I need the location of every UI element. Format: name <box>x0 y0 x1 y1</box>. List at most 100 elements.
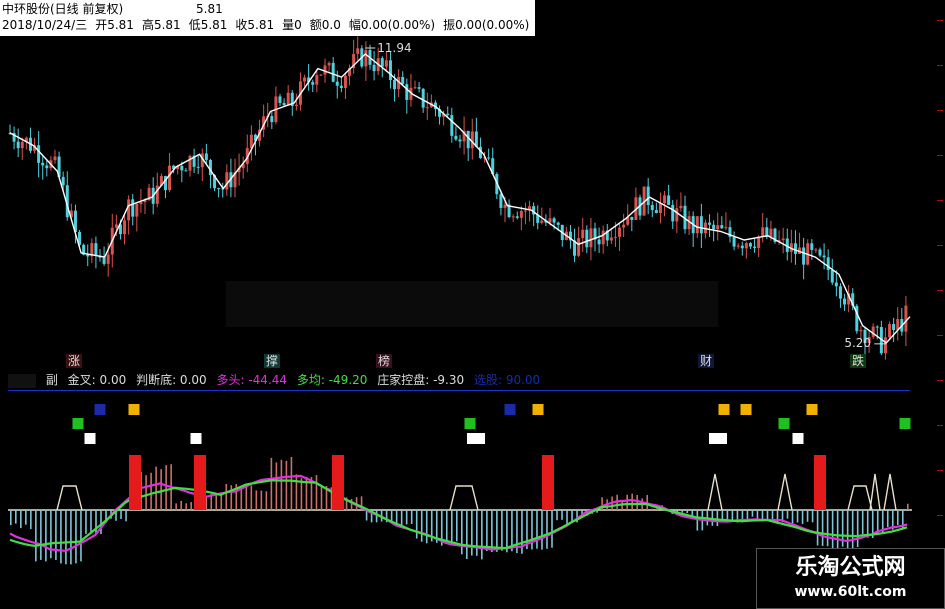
candle-body <box>859 329 863 332</box>
candle-body <box>282 103 286 106</box>
candle-body <box>499 194 503 208</box>
candle-body <box>53 156 57 161</box>
histogram-bar <box>491 510 493 553</box>
signal-square <box>84 433 96 444</box>
quote-line: 中环股份(日线 前复权) <box>2 2 127 16</box>
histogram-bar <box>280 459 283 510</box>
event-text: 涨 <box>68 354 81 368</box>
quote-change: 幅0.00(0.00%) <box>348 18 436 32</box>
candle-body <box>454 135 458 140</box>
candle-body <box>736 245 740 247</box>
quote-amplitude: 振0.00(0.00%) <box>443 18 530 32</box>
histogram-bar <box>856 510 859 548</box>
histogram-bar <box>230 485 233 510</box>
axis-tick <box>937 245 943 246</box>
candle-body <box>888 324 892 338</box>
candle-body <box>556 222 560 225</box>
histogram-bar <box>295 474 298 510</box>
signal-square <box>899 418 911 429</box>
histogram-bar <box>801 510 804 524</box>
axis-tick <box>937 380 943 381</box>
candle-body <box>188 155 192 171</box>
event-text: 财 <box>700 354 713 368</box>
histogram-bar <box>270 457 273 510</box>
quote-volume: 量0 <box>282 18 302 32</box>
candle-body <box>184 170 188 172</box>
candle-body <box>405 84 409 100</box>
quote-low: 低5.81 <box>188 18 228 32</box>
histogram-bar <box>816 510 819 546</box>
histogram-bar <box>551 510 553 548</box>
histogram-bar <box>546 510 548 549</box>
event-label-fall: 跌 <box>850 354 867 368</box>
candle-body <box>425 107 429 109</box>
histogram-bar <box>481 510 483 560</box>
ma-value: 5.81 <box>196 2 223 16</box>
candle-body <box>581 229 585 239</box>
candle-body <box>417 87 421 89</box>
histogram-bar <box>796 510 799 523</box>
histogram-bar <box>826 510 829 547</box>
signal-square <box>72 418 84 429</box>
histogram-bar <box>861 510 864 535</box>
event-text: 榜 <box>378 354 391 368</box>
candle-body <box>217 188 221 190</box>
signal-spike <box>707 473 723 511</box>
candle-body <box>61 176 65 186</box>
candle-body <box>822 255 826 258</box>
candle-body <box>339 85 343 88</box>
candle-body <box>16 141 20 149</box>
candle-body <box>699 216 703 234</box>
signal-bar <box>542 455 554 510</box>
signal-bar <box>194 455 206 510</box>
candle-body <box>720 225 724 229</box>
histogram-bar <box>225 483 228 510</box>
candle-body <box>335 81 339 86</box>
histogram-bar <box>756 510 759 519</box>
histogram-bar <box>766 510 769 520</box>
candle-body <box>37 145 41 163</box>
histogram-bar <box>350 498 353 510</box>
candle-body <box>343 75 347 88</box>
candle-body <box>102 257 106 264</box>
histogram-bar <box>100 510 102 535</box>
histogram-bar <box>265 491 268 510</box>
candle-body <box>875 326 879 328</box>
quote-amount: 额0.0 <box>309 18 341 32</box>
candle-body <box>286 92 290 106</box>
histogram-bar <box>220 493 223 510</box>
histogram-bar <box>836 510 839 550</box>
candle-body <box>123 220 127 235</box>
candle-body <box>671 204 675 222</box>
histogram-bar <box>716 510 719 527</box>
histogram-bar <box>471 510 473 556</box>
candle-body <box>793 243 797 254</box>
axis-tick <box>937 20 943 21</box>
histogram-bar <box>806 510 809 522</box>
candle-body <box>667 195 671 205</box>
histogram-bar <box>250 485 253 510</box>
histogram-bar <box>556 510 558 521</box>
candle-body <box>716 225 720 230</box>
candle-body <box>601 230 605 245</box>
histogram-bar <box>390 510 393 522</box>
signal-bar <box>129 455 141 510</box>
event-label-finance: 财 <box>698 354 715 368</box>
histogram-bar <box>55 510 57 560</box>
candle-body <box>380 58 384 67</box>
histogram-bar <box>455 510 458 542</box>
candle-body <box>331 62 335 82</box>
quote-date: 2018/10/24/三 <box>2 18 88 32</box>
candle-body <box>695 216 699 234</box>
candle-body <box>94 243 98 256</box>
signal-square <box>128 404 140 415</box>
signal-outline <box>449 485 479 511</box>
histogram-bar <box>696 510 699 531</box>
signal-spike <box>869 473 881 511</box>
candle-body <box>871 326 875 337</box>
histogram-bar <box>190 502 192 510</box>
axis-tick <box>937 200 943 201</box>
candle-body <box>106 254 110 264</box>
candle-body <box>892 324 896 331</box>
signal-outline <box>847 485 873 511</box>
